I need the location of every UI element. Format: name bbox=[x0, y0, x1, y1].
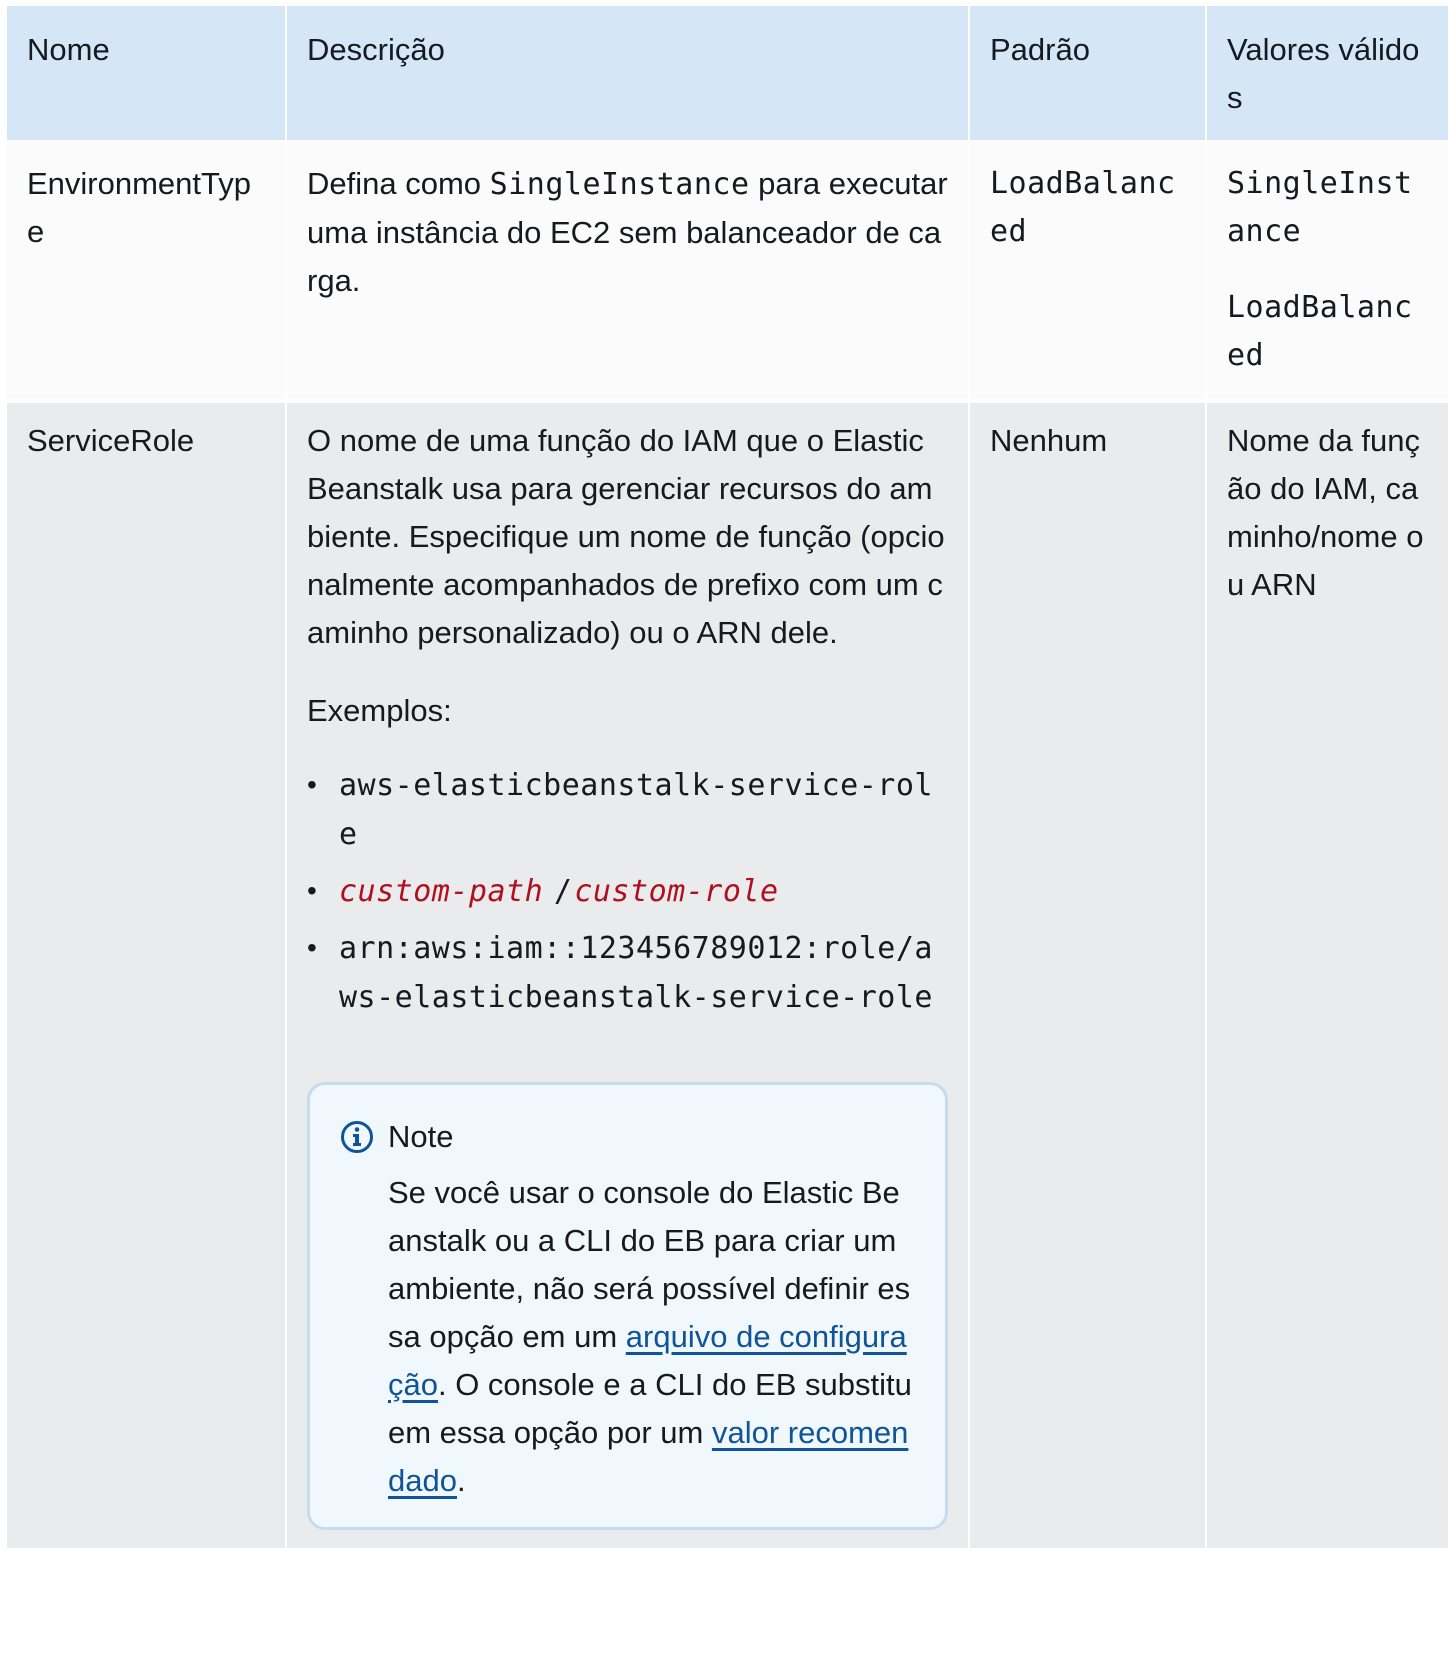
bullet-icon: • bbox=[307, 932, 317, 963]
option-default: LoadBalanced bbox=[968, 141, 1206, 401]
bullet-icon: • bbox=[307, 875, 317, 906]
valid-value: LoadBalanced bbox=[1227, 290, 1413, 373]
note-header: Note bbox=[340, 1113, 915, 1161]
description-paragraph: O nome de uma função do IAM que o Elasti… bbox=[307, 423, 945, 650]
option-valid-values: Nome da função do IAM, caminho/nome ou A… bbox=[1205, 401, 1448, 1548]
header-default: Padrão bbox=[968, 6, 1206, 141]
replaceable-path: custom-path bbox=[339, 874, 544, 909]
note-body: Se você usar o console do Elastic Beanst… bbox=[340, 1169, 915, 1505]
example-code: aws-elasticbeanstalk-service-role bbox=[339, 768, 933, 852]
option-name: ServiceRole bbox=[27, 423, 195, 458]
header-description: Descrição bbox=[285, 6, 969, 141]
header-valid-values: Valores válidos bbox=[1205, 6, 1448, 141]
code-value: SingleInstance bbox=[489, 167, 750, 202]
note-text: . bbox=[456, 1463, 466, 1498]
header-name: Nome bbox=[27, 32, 110, 67]
valid-value: SingleInstance bbox=[1227, 166, 1413, 249]
option-name: EnvironmentType bbox=[27, 166, 251, 249]
option-description: Defina como SingleInstance para executar… bbox=[285, 141, 969, 401]
info-circle-icon bbox=[341, 1121, 373, 1153]
description-text: Defina como bbox=[307, 166, 490, 201]
note-title: Note bbox=[388, 1119, 454, 1154]
page: Nome Descrição Padrão Valores válidos En… bbox=[0, 0, 1448, 1548]
option-default: Nenhum bbox=[968, 401, 1206, 1548]
examples-label: Exemplos: bbox=[307, 693, 452, 728]
path-separator: / bbox=[553, 874, 573, 909]
list-item: • arn:aws:iam::123456789012:role/aws-ela… bbox=[307, 924, 948, 1022]
table-row: EnvironmentType Defina como SingleInstan… bbox=[7, 141, 1448, 401]
examples-list: • aws-elasticbeanstalk-service-role • cu… bbox=[307, 761, 948, 1022]
table-header-row: Nome Descrição Padrão Valores válidos bbox=[7, 6, 1448, 141]
option-valid-values: SingleInstance LoadBalanced bbox=[1205, 141, 1448, 401]
table-row: ServiceRole O nome de uma função do IAM … bbox=[7, 401, 1448, 1548]
options-table: Nome Descrição Padrão Valores válidos En… bbox=[7, 6, 1448, 1548]
list-item: • custom-path /custom-role bbox=[307, 867, 948, 916]
bullet-icon: • bbox=[307, 769, 317, 800]
note-box: Note Se você usar o console do Elastic B… bbox=[307, 1082, 948, 1530]
replaceable-role: custom-role bbox=[574, 874, 779, 909]
example-code: arn:aws:iam::123456789012:role/aws-elast… bbox=[339, 931, 933, 1015]
list-item: • aws-elasticbeanstalk-service-role bbox=[307, 761, 948, 859]
option-description: O nome de uma função do IAM que o Elasti… bbox=[285, 401, 969, 1548]
